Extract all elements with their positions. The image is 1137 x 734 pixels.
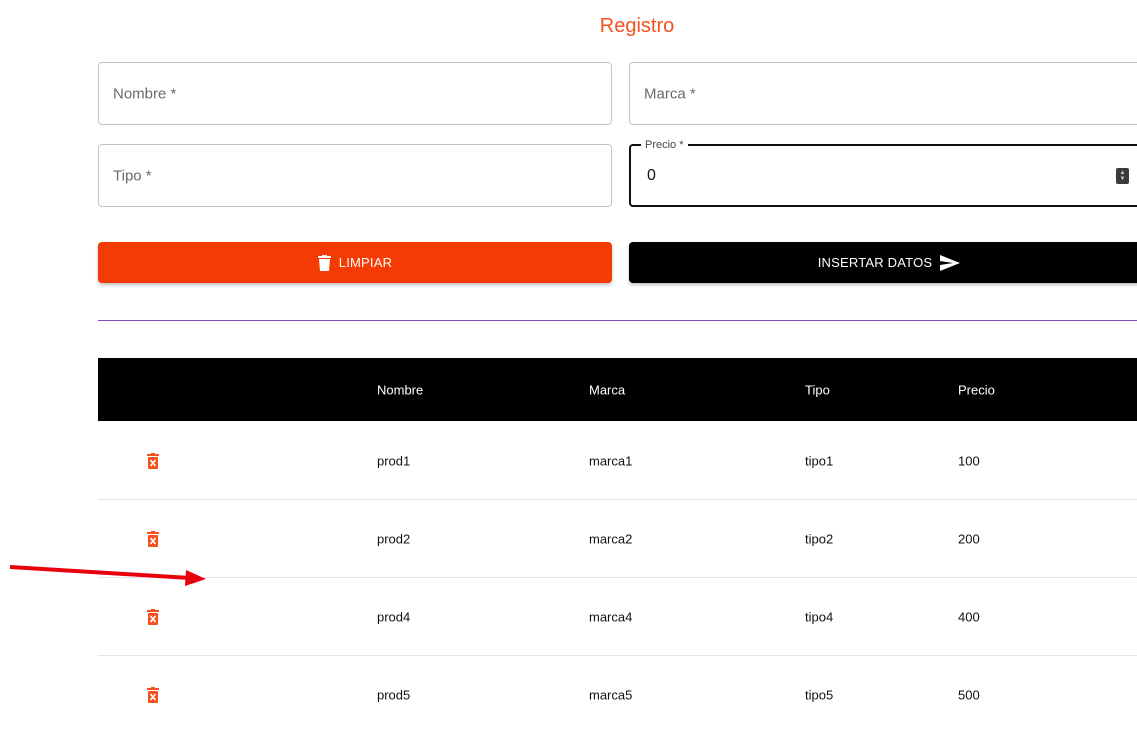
clear-button[interactable]: LIMPIAR: [98, 242, 612, 283]
tipo-placeholder: Tipo *: [113, 167, 152, 184]
delete-forever-icon[interactable]: [147, 608, 159, 625]
delete-forever-icon[interactable]: [147, 452, 159, 469]
trash-icon: [317, 254, 331, 271]
table-row: prod1 marca1 tipo1 100: [98, 422, 1137, 500]
delete-forever-icon[interactable]: [147, 530, 159, 547]
cell-nombre: prod4: [377, 609, 411, 624]
marca-placeholder: Marca *: [644, 85, 696, 102]
cell-marca: marca2: [589, 531, 633, 546]
cell-marca: marca5: [589, 687, 633, 703]
cell-tipo: tipo4: [805, 609, 834, 624]
send-icon: [940, 254, 961, 271]
precio-value: 0: [647, 166, 656, 184]
cell-marca: marca1: [589, 453, 633, 468]
cell-marca: marca4: [589, 609, 633, 624]
table-row: prod2 marca2 tipo2 200: [98, 500, 1137, 578]
page-title: Registro: [599, 15, 675, 37]
table-row: prod5 marca5 tipo5 500: [98, 656, 1137, 734]
insert-button[interactable]: INSERTAR DATOS: [629, 242, 1137, 283]
tipo-field[interactable]: Tipo *: [98, 144, 612, 207]
number-spinner[interactable]: ▲ ▼: [1116, 167, 1129, 184]
cell-precio: 100: [958, 453, 980, 468]
table-row: prod4 marca4 tipo4 400: [98, 578, 1137, 656]
cell-tipo: tipo1: [805, 453, 834, 468]
cell-precio: 400: [958, 609, 980, 624]
cell-nombre: prod5: [377, 687, 411, 703]
header-marca: Marca: [589, 382, 626, 397]
spinner-down-icon[interactable]: ▼: [1120, 176, 1126, 182]
precio-label: Precio *: [641, 139, 688, 151]
nombre-field[interactable]: Nombre *: [98, 62, 612, 125]
cell-precio: 200: [958, 531, 980, 546]
divider: [98, 320, 1137, 321]
cell-nombre: prod2: [377, 531, 411, 546]
header-precio: Precio: [958, 382, 995, 397]
table-header: Nombre Marca Tipo Precio: [98, 358, 1137, 421]
cell-tipo: tipo2: [805, 531, 834, 546]
nombre-placeholder: Nombre *: [113, 85, 177, 102]
insert-button-label: INSERTAR DATOS: [817, 255, 933, 270]
header-nombre: Nombre: [377, 382, 424, 397]
cell-precio: 500: [958, 687, 980, 703]
cell-tipo: tipo5: [805, 687, 834, 703]
cell-nombre: prod1: [377, 453, 411, 468]
annotation-arrow-icon: [10, 565, 206, 586]
clear-button-label: LIMPIAR: [338, 255, 393, 270]
precio-field[interactable]: Precio * 0 ▲ ▼: [629, 139, 1137, 207]
marca-field[interactable]: Marca *: [629, 62, 1137, 125]
delete-forever-icon[interactable]: [147, 687, 159, 703]
header-tipo: Tipo: [805, 382, 830, 397]
